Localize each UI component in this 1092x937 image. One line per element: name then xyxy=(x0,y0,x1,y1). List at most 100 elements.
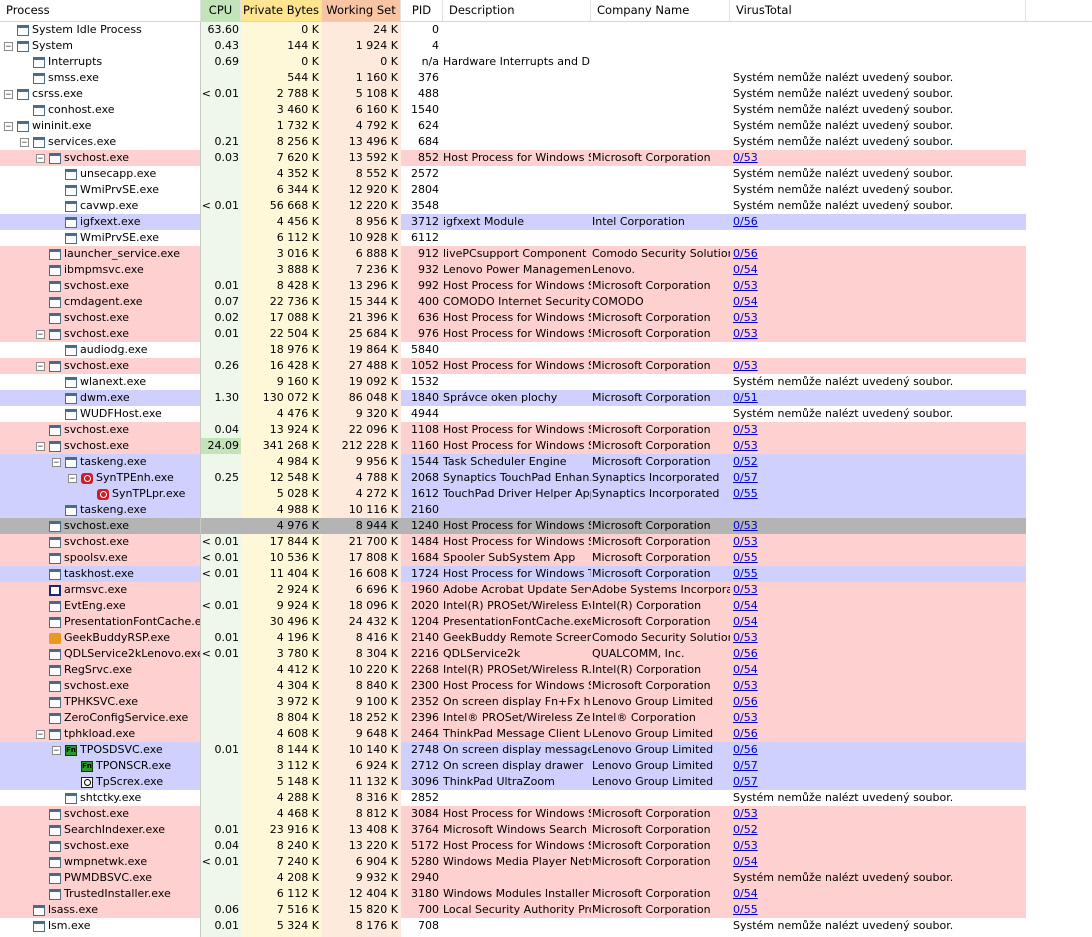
process-row[interactable]: svchost.exe 0.01 8 428 K 13 296 K 992 Host Pr… xyxy=(0,278,1026,294)
virustotal-value[interactable]: 0/54 xyxy=(733,598,1023,614)
virustotal-value[interactable]: 0/56 xyxy=(733,742,1023,758)
process-row[interactable]: − wininit.exe 1 732 K 4 792 K 624 Systém nemů… xyxy=(0,118,1026,134)
process-row[interactable]: − tphkload.exe 4 608 K 9 648 K 2464 ThinkPad … xyxy=(0,726,1026,742)
process-row[interactable]: TpScrex.exe 5 148 K 11 132 K 3096 ThinkPad U… xyxy=(0,774,1026,790)
process-row[interactable]: shtctky.exe 4 288 K 8 316 K 2852 Systém nemů… xyxy=(0,790,1026,806)
header-working-set[interactable]: Working Set xyxy=(322,0,401,21)
process-row[interactable]: TrustedInstaller.exe 6 112 K 12 404 K 3180 W… xyxy=(0,886,1026,902)
process-row[interactable]: − Fn TPOSDSVC.exe 0.01 8 144 K 10 140 K 2748 On… xyxy=(0,742,1026,758)
process-row[interactable]: − svchost.exe 0.03 7 620 K 13 592 K 852 Host P… xyxy=(0,150,1026,166)
virustotal-value[interactable]: 0/51 xyxy=(733,390,1023,406)
header-private-bytes[interactable]: Private Bytes xyxy=(241,0,322,21)
virustotal-value[interactable]: 0/53 xyxy=(733,838,1023,854)
collapse-toggle-icon[interactable]: − xyxy=(68,473,77,483)
process-row[interactable]: − csrss.exe < 0.01 2 788 K 5 108 K 488 Systém … xyxy=(0,86,1026,102)
virustotal-value[interactable]: 0/53 xyxy=(733,806,1023,822)
process-row[interactable]: audiodg.exe 18 976 K 19 864 K 5840 xyxy=(0,342,1026,358)
process-row[interactable]: wmpnetwk.exe < 0.01 7 240 K 6 904 K 5280 Wind… xyxy=(0,854,1026,870)
process-row[interactable]: svchost.exe 0.04 8 240 K 13 220 K 5172 Host P… xyxy=(0,838,1026,854)
virustotal-value[interactable]: 0/53 xyxy=(733,310,1023,326)
process-row[interactable]: igfxext.exe 4 456 K 8 956 K 3712 igfxext Mod… xyxy=(0,214,1026,230)
virustotal-value[interactable]: 0/55 xyxy=(733,902,1023,918)
process-row[interactable]: cavwp.exe < 0.01 56 668 K 12 220 K 3548 Systé… xyxy=(0,198,1026,214)
process-row[interactable]: System Idle Process 63.60 0 K 24 K 0 xyxy=(0,22,1026,38)
process-row[interactable]: armsvc.exe 2 924 K 6 696 K 1960 Adobe Acroba… xyxy=(0,582,1026,598)
virustotal-value[interactable]: 0/54 xyxy=(733,294,1023,310)
process-row[interactable]: SynTPLpr.exe 5 028 K 4 272 K 1612 TouchPad D… xyxy=(0,486,1026,502)
virustotal-value[interactable]: 0/56 xyxy=(733,246,1023,262)
collapse-toggle-icon[interactable]: − xyxy=(36,361,45,371)
header-process[interactable]: Process xyxy=(0,0,201,21)
virustotal-value[interactable]: 0/52 xyxy=(733,454,1023,470)
virustotal-value[interactable]: 0/56 xyxy=(733,726,1023,742)
virustotal-value[interactable]: 0/54 xyxy=(733,262,1023,278)
process-row[interactable]: WmiPrvSE.exe 6 112 K 10 928 K 6112 xyxy=(0,230,1026,246)
virustotal-value[interactable]: 0/53 xyxy=(733,422,1023,438)
process-row[interactable]: svchost.exe 0.02 17 088 K 21 396 K 636 Host P… xyxy=(0,310,1026,326)
process-row[interactable]: EvtEng.exe < 0.01 9 924 K 18 096 K 2020 Intel… xyxy=(0,598,1026,614)
collapse-toggle-icon[interactable]: − xyxy=(36,153,45,163)
virustotal-value[interactable]: 0/53 xyxy=(733,326,1023,342)
process-row[interactable]: dwm.exe 1.30 130 072 K 86 048 K 1840 Správce … xyxy=(0,390,1026,406)
virustotal-value[interactable]: 0/53 xyxy=(733,518,1023,534)
process-row[interactable]: − svchost.exe 0.01 22 504 K 25 684 K 976 Host … xyxy=(0,326,1026,342)
process-row[interactable]: WUDFHost.exe 4 476 K 9 320 K 4944 Systém nem… xyxy=(0,406,1026,422)
virustotal-value[interactable]: 0/54 xyxy=(733,614,1023,630)
process-row[interactable]: − svchost.exe 24.09 341 268 K 212 228 K 1160 H… xyxy=(0,438,1026,454)
virustotal-value[interactable]: 0/56 xyxy=(733,646,1023,662)
process-row[interactable]: Fn TPONSCR.exe 3 112 K 6 924 K 2712 On screen… xyxy=(0,758,1026,774)
process-row[interactable]: SearchIndexer.exe 0.01 23 916 K 13 408 K 376… xyxy=(0,822,1026,838)
virustotal-value[interactable]: 0/54 xyxy=(733,886,1023,902)
virustotal-value[interactable]: 0/57 xyxy=(733,470,1023,486)
process-row[interactable]: ibmpmsvc.exe 3 888 K 7 236 K 932 Lenovo Powe… xyxy=(0,262,1026,278)
process-row[interactable]: conhost.exe 3 460 K 6 160 K 1540 Systém nemů… xyxy=(0,102,1026,118)
process-row[interactable]: − SynTPEnh.exe 0.25 12 548 K 4 788 K 2068 Syna… xyxy=(0,470,1026,486)
collapse-toggle-icon[interactable]: − xyxy=(52,745,61,755)
virustotal-value[interactable]: 0/56 xyxy=(733,694,1023,710)
virustotal-value[interactable]: 0/54 xyxy=(733,662,1023,678)
process-row[interactable]: svchost.exe 0.04 13 924 K 22 096 K 1108 Host … xyxy=(0,422,1026,438)
virustotal-value[interactable]: 0/53 xyxy=(733,678,1023,694)
process-row[interactable]: unsecapp.exe 4 352 K 8 552 K 2572 Systém nem… xyxy=(0,166,1026,182)
virustotal-value[interactable]: 0/53 xyxy=(733,630,1023,646)
collapse-toggle-icon[interactable]: − xyxy=(4,41,13,51)
collapse-toggle-icon[interactable]: − xyxy=(52,457,61,467)
virustotal-value[interactable]: 0/53 xyxy=(733,150,1023,166)
virustotal-value[interactable]: 0/52 xyxy=(733,822,1023,838)
process-row[interactable]: PWMDBSVC.exe 4 208 K 9 932 K 2940 Systém nem… xyxy=(0,870,1026,886)
virustotal-value[interactable]: 0/53 xyxy=(733,438,1023,454)
virustotal-value[interactable]: 0/56 xyxy=(733,214,1023,230)
collapse-toggle-icon[interactable]: − xyxy=(4,121,13,131)
process-row[interactable]: − svchost.exe 0.26 16 428 K 27 488 K 1052 Host… xyxy=(0,358,1026,374)
virustotal-value[interactable]: 0/57 xyxy=(733,758,1023,774)
process-row[interactable]: RegSrvc.exe 4 412 K 10 220 K 2268 Intel(R) P… xyxy=(0,662,1026,678)
process-row[interactable]: TPHKSVC.exe 3 972 K 9 100 K 2352 On screen d… xyxy=(0,694,1026,710)
process-row[interactable]: lsm.exe 0.01 5 324 K 8 176 K 708 Systém nemůž… xyxy=(0,918,1026,934)
virustotal-value[interactable]: 0/53 xyxy=(733,358,1023,374)
process-row[interactable]: lsass.exe 0.06 7 516 K 15 820 K 700 Local Sec… xyxy=(0,902,1026,918)
header-virustotal[interactable]: VirusTotal xyxy=(730,0,1026,21)
process-row[interactable]: svchost.exe 4 468 K 8 812 K 3084 Host Proces… xyxy=(0,806,1026,822)
process-row[interactable]: svchost.exe < 0.01 17 844 K 21 700 K 1484 Hos… xyxy=(0,534,1026,550)
process-row[interactable]: wlanext.exe 9 160 K 19 092 K 1532 Systém nem… xyxy=(0,374,1026,390)
process-row[interactable]: − System 0.43 144 K 1 924 K 4 xyxy=(0,38,1026,54)
process-row[interactable]: taskhost.exe < 0.01 11 404 K 16 608 K 1724 Ho… xyxy=(0,566,1026,582)
header-pid[interactable]: PID xyxy=(401,0,443,21)
collapse-toggle-icon[interactable]: − xyxy=(36,729,45,739)
collapse-toggle-icon[interactable]: − xyxy=(4,89,13,99)
virustotal-value[interactable]: 0/53 xyxy=(733,710,1023,726)
process-row[interactable]: ZeroConfigService.exe 8 804 K 18 252 K 2396… xyxy=(0,710,1026,726)
process-row[interactable]: WmiPrvSE.exe 6 344 K 12 920 K 2804 Systém ne… xyxy=(0,182,1026,198)
process-row[interactable]: svchost.exe 4 304 K 8 840 K 2300 Host Proces… xyxy=(0,678,1026,694)
virustotal-value[interactable]: 0/55 xyxy=(733,486,1023,502)
process-tree-grid[interactable]: System Idle Process 63.60 0 K 24 K 0 − System 0… xyxy=(0,0,1092,937)
process-row[interactable]: − services.exe 0.21 8 256 K 13 496 K 684 Systé… xyxy=(0,134,1026,150)
process-row[interactable]: PresentationFontCache.e... 30 496 K 24 432… xyxy=(0,614,1026,630)
virustotal-value[interactable]: 0/54 xyxy=(733,854,1023,870)
header-cpu[interactable]: CPU xyxy=(201,0,241,21)
process-row[interactable]: − taskeng.exe 4 984 K 9 956 K 1544 Task Sched… xyxy=(0,454,1026,470)
collapse-toggle-icon[interactable]: − xyxy=(36,441,45,451)
header-company-name[interactable]: Company Name xyxy=(591,0,730,21)
process-row[interactable]: taskeng.exe 4 988 K 10 116 K 2160 xyxy=(0,502,1026,518)
process-row[interactable]: QDLService2kLenovo.exe < 0.01 3 780 K 8 304… xyxy=(0,646,1026,662)
